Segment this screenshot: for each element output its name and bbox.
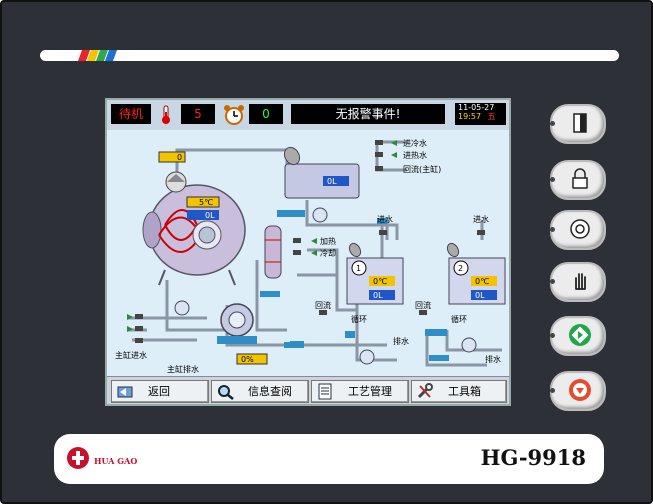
main-tank-level: 0L [205,211,215,220]
pump-output: 0% [241,355,254,364]
stop-led [550,388,555,393]
start-led [550,333,555,338]
lock-led [550,177,555,182]
tank2-drain-label: 排水 [485,354,501,364]
alarm-message: 无报警事件! [291,104,445,124]
process-diagram: 0L 0% 1 0℃ 0L 2 0℃ 0L 0 5℃ 0L 进冷水 进热水 回流… [115,138,506,374]
timer-readout: 0 [249,104,283,124]
speaker-button[interactable] [550,210,606,250]
start-icon [569,324,591,346]
door-button[interactable] [550,104,606,144]
tank2-inlet-label: 进水 [473,214,489,224]
back-label: 返回 [148,385,170,398]
tank1-return-label: 回流 [315,300,331,310]
main-tank-temp: 5℃ [199,198,213,207]
thermometer-icon [162,105,170,124]
process-management-label: 工艺管理 [348,385,392,398]
hmi-screen: 待机 5 0 无报警事件! 11-05-27 19:57 五 0L 0% 1 0… [105,98,511,406]
bottom-nav: 返回 信息查阅 工艺管理 工具箱 [107,376,509,404]
device-bezel: 待机 5 0 无报警事件! 11-05-27 19:57 五 0L 0% 1 0… [0,0,653,504]
main-drain-label: 主缸排水 [167,364,199,374]
tank2-level: 0L [475,291,485,300]
hand-led [550,279,555,284]
tank1-level: 0L [373,291,383,300]
inlet-return-main: 回流(主缸) [403,164,441,174]
tank1-inlet-label: 进水 [377,214,393,224]
tank1-temp: 0℃ [373,277,387,286]
weekday-text: 五 [487,112,496,121]
top-display: 0 [177,153,182,162]
date-text: 11-05-27 [458,103,495,112]
start-button[interactable] [550,316,606,356]
toolbox-button[interactable]: 工具箱 [411,380,507,403]
tank2-return-label: 回流 [415,300,431,310]
inlet-cold-water: 进冷水 [403,138,427,148]
model-number: HG-9918 [480,445,586,470]
heat-label: 加热 [320,236,336,246]
hand-stop-icon [575,273,586,290]
door-icon [573,113,587,133]
stop-button[interactable] [550,371,606,411]
datetime-display: 11-05-27 19:57 五 [455,103,506,125]
process-management-button[interactable]: 工艺管理 [311,380,409,403]
mode-indicator: 待机 [111,104,151,124]
tools-icon [417,383,433,399]
main-inlet-label: 主缸进水 [115,350,147,360]
lock-icon [572,168,588,189]
status-bar: 待机 5 0 无报警事件! 11-05-27 19:57 五 [107,100,509,130]
brand-logo [67,447,89,469]
back-button[interactable]: 返回 [111,380,209,403]
cool-label: 冷却 [320,248,336,258]
tank2-temp: 0℃ [475,277,489,286]
brand-name: HUA GAO [94,456,138,466]
info-query-button[interactable]: 信息查阅 [211,380,309,403]
inlet-hot-water: 进热水 [403,150,427,160]
aux-tank-level: 0L [327,177,337,186]
stop-icon [569,379,591,401]
return-icon [117,386,133,398]
magnifier-icon [218,385,234,400]
top-strip [40,50,619,61]
hand-stop-button[interactable] [550,262,606,302]
temperature-readout: 5 [181,104,215,124]
speaker-icon [570,219,590,239]
time-text: 19:57 [458,112,482,121]
tank1-number: 1 [356,264,361,273]
tank2-circulate-label: 循环 [451,314,467,324]
alarm-clock-icon [224,105,244,125]
speaker-led [550,227,555,232]
info-query-label: 信息查阅 [248,385,292,398]
lock-button[interactable] [550,160,606,200]
tank2-number: 2 [458,264,463,273]
tank1-drain-label: 排水 [393,336,409,346]
door-led [550,121,555,126]
document-icon [318,383,332,400]
brand-bar: HUA GAO HG-9918 [54,434,604,484]
tank1-circulate-label: 循环 [351,314,367,324]
toolbox-label: 工具箱 [448,385,481,398]
